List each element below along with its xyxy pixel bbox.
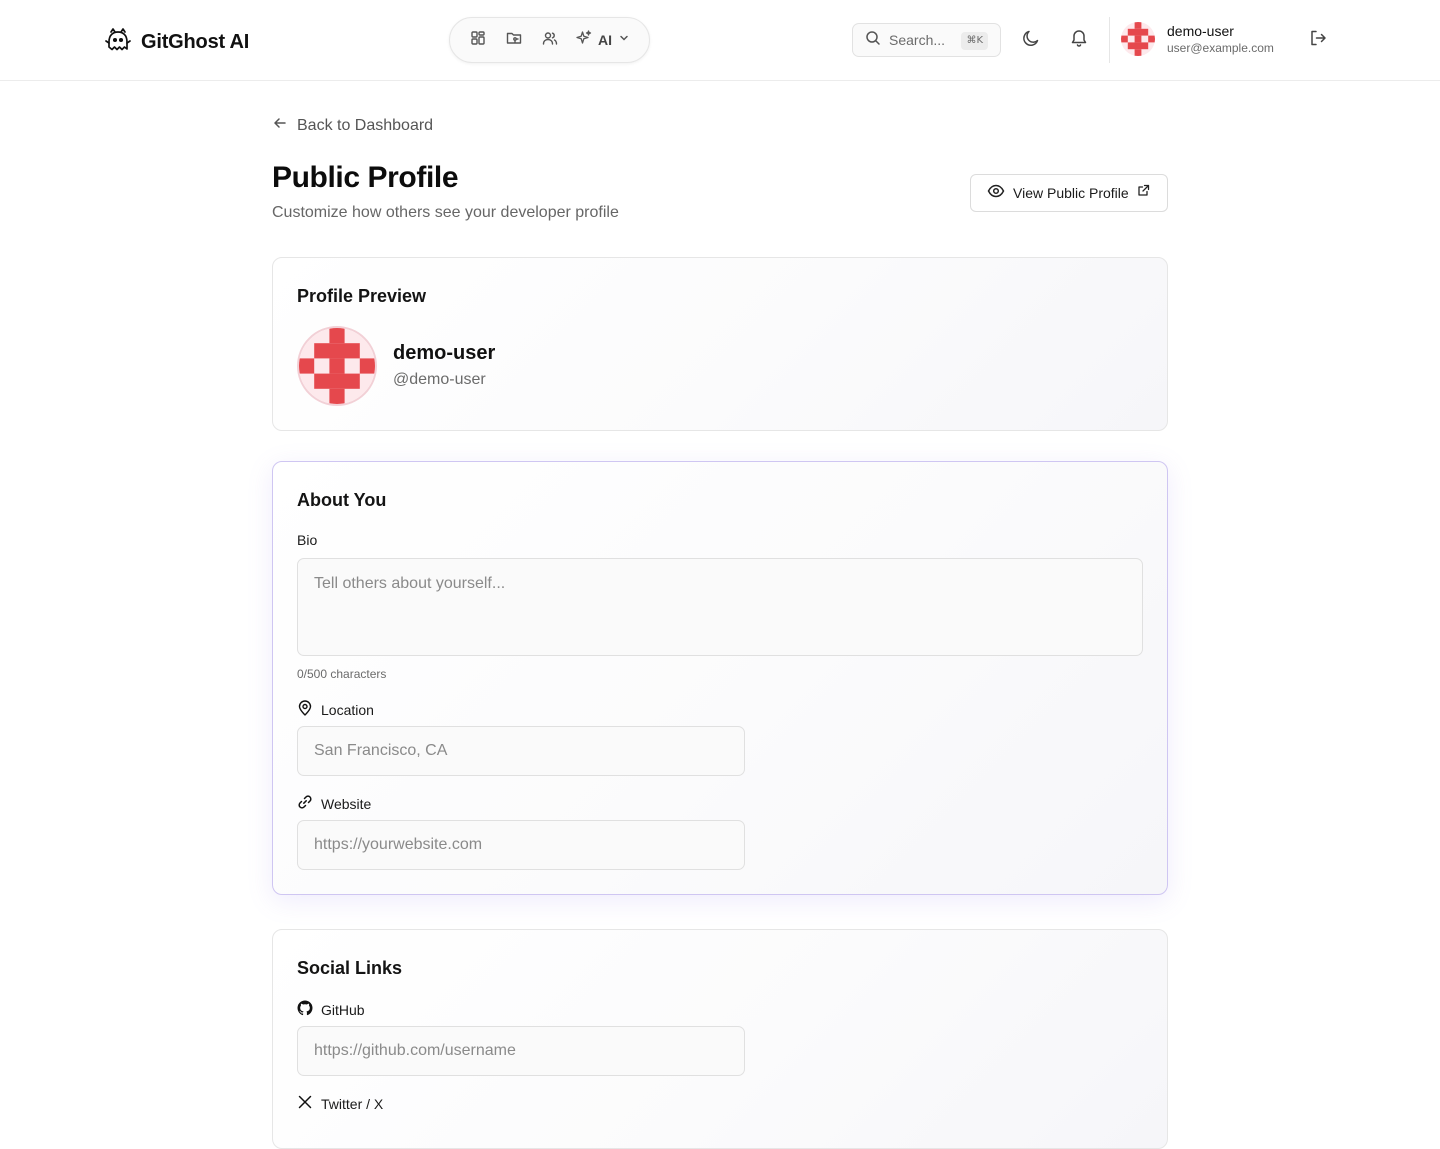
main-nav: AI	[449, 17, 650, 63]
brand[interactable]: GitGhost AI	[104, 26, 249, 59]
social-links-title: Social Links	[297, 958, 403, 978]
logout-button[interactable]	[1302, 24, 1334, 56]
user-name: demo-user	[1167, 23, 1234, 39]
avatar	[1121, 22, 1155, 56]
theme-toggle-button[interactable]	[1015, 24, 1047, 56]
folder-git-icon	[506, 30, 522, 51]
eye-icon	[987, 182, 1005, 205]
user-email: user@example.com	[1167, 41, 1274, 55]
search-shortcut-badge: ⌘K	[961, 32, 988, 50]
map-pin-icon	[297, 700, 313, 719]
back-to-dashboard-link[interactable]: Back to Dashboard	[272, 115, 433, 136]
logout-icon	[1308, 28, 1328, 53]
nav-ai-label: AI	[598, 32, 612, 48]
search-box[interactable]: Search... ⌘K	[852, 23, 1001, 57]
app-name: GitGhost AI	[141, 31, 250, 53]
nav-repositories-button[interactable]	[498, 24, 530, 56]
user-menu[interactable]: demo-user user@example.com	[1121, 22, 1274, 56]
bio-character-counter: 0/500 characters	[297, 667, 387, 681]
dashboard-grid-icon	[470, 30, 486, 51]
github-icon	[297, 1000, 313, 1019]
github-input[interactable]	[297, 1026, 745, 1076]
bio-textarea[interactable]	[297, 558, 1143, 656]
location-label: Location	[297, 700, 374, 719]
page-subtitle: Customize how others see your developer …	[272, 204, 619, 221]
preview-name: demo-user	[393, 342, 496, 364]
view-public-profile-button[interactable]: View Public Profile	[970, 174, 1168, 212]
bio-label: Bio	[297, 532, 317, 548]
search-placeholder: Search...	[889, 32, 946, 48]
twitter-label-text: Twitter / X	[321, 1095, 384, 1112]
users-icon	[542, 30, 558, 51]
profile-avatar	[297, 326, 377, 406]
header-divider	[1109, 17, 1110, 63]
location-label-text: Location	[321, 701, 374, 718]
x-twitter-icon	[297, 1094, 313, 1113]
page-title: Public Profile	[272, 161, 459, 194]
chevron-down-icon	[618, 31, 630, 49]
profile-preview-card: Profile Preview demo-user @demo-user	[272, 257, 1168, 431]
back-link-label: Back to Dashboard	[297, 116, 434, 134]
search-icon	[865, 30, 881, 51]
nav-dashboard-button[interactable]	[462, 24, 494, 56]
top-nav-bar: GitGhost AI AI Search... ⌘K demo-user us…	[0, 0, 1440, 81]
preview-handle: @demo-user	[393, 371, 486, 388]
arrow-left-icon	[272, 115, 288, 136]
github-label-text: GitHub	[321, 1001, 365, 1018]
website-label: Website	[297, 794, 371, 813]
website-input[interactable]	[297, 820, 745, 870]
view-public-profile-label: View Public Profile	[1013, 185, 1129, 201]
bell-icon	[1069, 28, 1089, 53]
profile-preview-title: Profile Preview	[297, 286, 427, 306]
ghost-logo-icon	[104, 26, 132, 59]
external-link-icon	[1137, 184, 1150, 202]
sparkles-icon	[576, 29, 592, 51]
notifications-button[interactable]	[1063, 24, 1095, 56]
bio-label-text: Bio	[297, 532, 318, 548]
nav-ai-menu[interactable]: AI	[570, 24, 636, 56]
about-you-title: About You	[297, 490, 387, 510]
social-links-card: Social Links GitHub Twitter / X	[272, 929, 1168, 1149]
twitter-label: Twitter / X	[297, 1094, 383, 1113]
github-label: GitHub	[297, 1000, 365, 1019]
moon-icon	[1021, 28, 1041, 53]
nav-team-button[interactable]	[534, 24, 566, 56]
link-icon	[297, 794, 313, 813]
website-label-text: Website	[321, 795, 372, 812]
location-input[interactable]	[297, 726, 745, 776]
about-you-card: About You Bio 0/500 characters Location …	[272, 461, 1168, 895]
